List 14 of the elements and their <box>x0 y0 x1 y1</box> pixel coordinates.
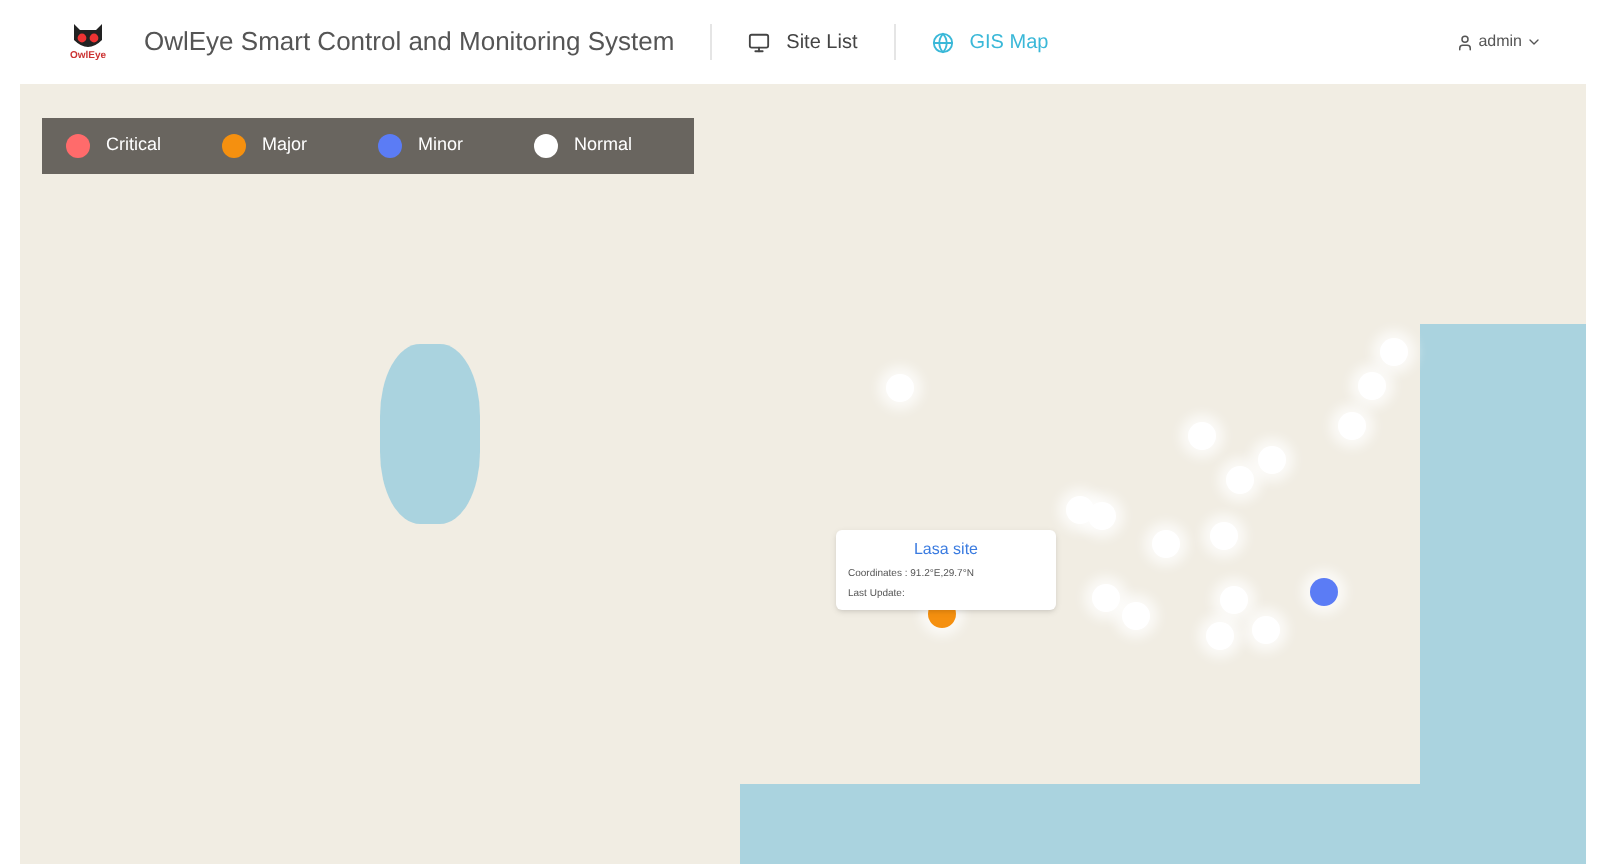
globe-icon <box>931 31 954 53</box>
legend-label: Critical <box>106 132 162 159</box>
user-icon <box>1456 33 1475 51</box>
app-title: OwlEye Smart Control and Monitoring System <box>144 24 675 61</box>
legend-label: Minor <box>418 132 464 159</box>
chevron-icon <box>1526 34 1542 50</box>
site-marker[interactable] <box>1310 578 1338 606</box>
monitor-icon <box>748 31 771 53</box>
legend-label: Major <box>262 132 308 159</box>
owl-logo-icon <box>72 23 104 49</box>
nav-tab[interactable]: Site List <box>748 27 858 57</box>
legend-label: Normal <box>574 132 633 159</box>
user-menu[interactable]: admin <box>1456 30 1542 54</box>
popup-title: Lasa site <box>911 538 981 562</box>
